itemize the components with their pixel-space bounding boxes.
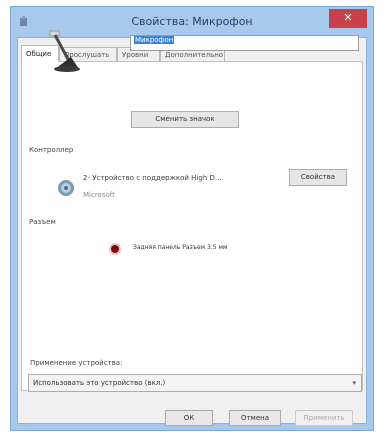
device-usage-selected: Использовать это устройство (вкл.) xyxy=(33,379,166,387)
device-usage-dropdown[interactable]: Использовать это устройство (вкл.) ▾ xyxy=(28,374,362,392)
device-name-value: Микрофон xyxy=(134,36,175,44)
chevron-down-icon: ▾ xyxy=(352,379,356,387)
apply-button[interactable]: Применить xyxy=(295,410,353,426)
tab-general[interactable]: Общие xyxy=(21,45,59,62)
ok-button[interactable]: ОК xyxy=(165,410,213,426)
sound-card-icon xyxy=(58,180,74,196)
controller-vendor: Microsoft xyxy=(83,191,115,199)
jack-description: Задняя панель Разъем 3.5 мм xyxy=(133,244,228,251)
controller-properties-button[interactable]: Свойства xyxy=(289,169,347,186)
jack-color-icon xyxy=(111,245,119,253)
cancel-button[interactable]: Отмена xyxy=(229,410,281,426)
device-usage-label: Применение устройства: xyxy=(30,359,123,367)
properties-window: Свойства: Микрофон ✕ Общие Прослушать Ур… xyxy=(10,6,374,431)
controller-section-label: Контроллер xyxy=(29,146,74,154)
change-icon-button[interactable]: Сменить значок xyxy=(131,111,239,128)
window-title: Свойства: Микрофон xyxy=(131,15,253,28)
controller-name: 2- Устройство с поддержкой High D... xyxy=(83,174,222,182)
close-button[interactable]: ✕ xyxy=(329,9,367,28)
jack-section-label: Разъем xyxy=(29,218,56,226)
device-name-field[interactable]: Микрофон xyxy=(130,35,359,51)
